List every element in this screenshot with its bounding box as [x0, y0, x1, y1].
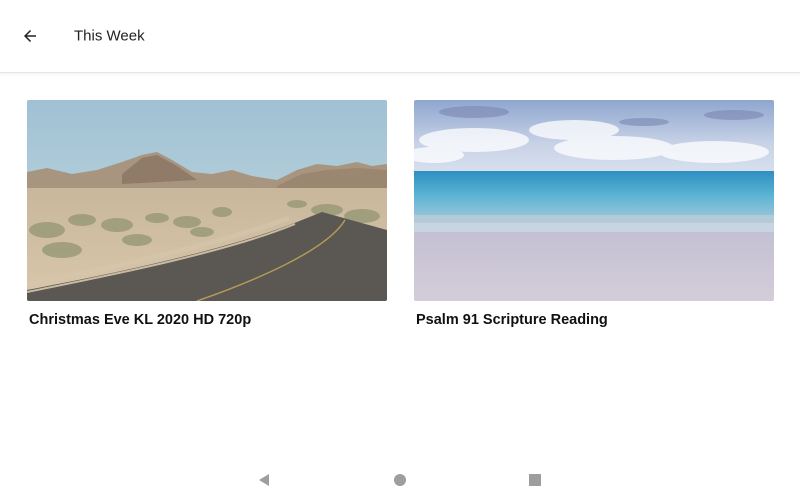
nav-recents-square-icon [529, 474, 541, 486]
top-app-bar: This Week [0, 0, 800, 73]
nav-home-circle-icon [394, 474, 406, 486]
video-title: Christmas Eve KL 2020 HD 720p [29, 312, 252, 328]
video-card[interactable]: Psalm 91 Scripture Reading [414, 100, 774, 328]
system-navigation-bar [0, 460, 800, 500]
system-back-button[interactable] [248, 468, 280, 492]
arrow-left-icon [24, 30, 36, 42]
system-home-button[interactable] [384, 468, 416, 492]
nav-back-triangle-icon [259, 474, 269, 486]
video-title: Psalm 91 Scripture Reading [416, 312, 608, 328]
desert-road-thumbnail[interactable] [27, 100, 387, 301]
back-button[interactable] [12, 18, 48, 54]
app-screen: This Week Christmas Eve KL 2020 HD 720p … [0, 0, 800, 500]
system-recents-button[interactable] [519, 468, 551, 492]
video-card[interactable]: Christmas Eve KL 2020 HD 720p [27, 100, 387, 328]
ocean-beach-thumbnail[interactable] [414, 100, 774, 301]
page-title: This Week [74, 27, 145, 45]
